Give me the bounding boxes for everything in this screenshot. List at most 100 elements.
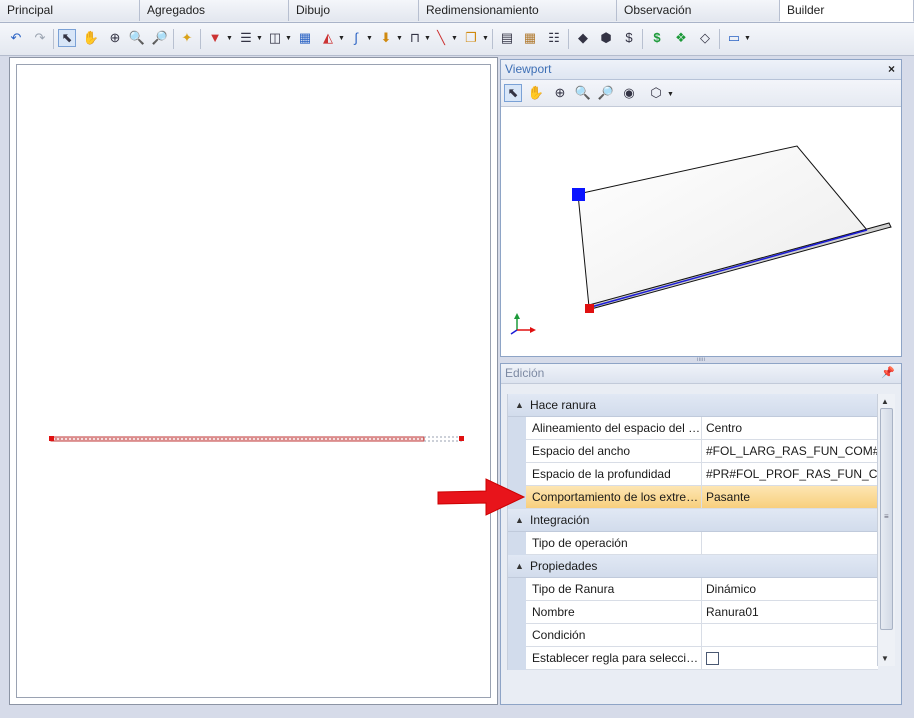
- red-handle[interactable]: [585, 304, 594, 313]
- dropdown-arrow-icon[interactable]: ▼: [396, 35, 403, 42]
- scroll-down-icon[interactable]: ▼: [881, 654, 889, 663]
- redo-icon[interactable]: ↷: [31, 29, 49, 47]
- property-row[interactable]: Espacio del ancho#FOL_LARG_RAS_FUN_COM#F…: [526, 440, 878, 463]
- pan-hand-icon[interactable]: ✋: [527, 84, 545, 102]
- tab-observaci-n[interactable]: Observación: [617, 0, 780, 21]
- frame-tool-icon[interactable]: ◫: [266, 29, 284, 47]
- property-key: Establecer regla para selecciona...: [526, 647, 702, 669]
- tab-agregados[interactable]: Agregados: [140, 0, 289, 21]
- undo-icon[interactable]: ↶: [7, 29, 25, 47]
- category-header[interactable]: ▲ Hace ranura: [508, 394, 878, 417]
- view-cube-icon[interactable]: ⬡: [647, 84, 665, 102]
- main-toolbar: ↶ ↷ ⬉ ✋ ⊕ 🔍 🔎 ✦ ▼ ▼ ☰ ▼ ◫ ▼ ▦ ◭ ▼ ∫ ▼ ⬇ ▼ ⊓ ▼ ╲…: [0, 23, 914, 56]
- property-row[interactable]: Establecer regla para selecciona...: [526, 647, 878, 670]
- report-icon[interactable]: ▤: [498, 29, 516, 47]
- dropdown-arrow-icon[interactable]: ▼: [744, 35, 751, 42]
- property-value[interactable]: #PR#FOL_PROF_RAS_FUN_COM#: [702, 463, 878, 485]
- zoom-extents-icon[interactable]: ⊕: [106, 29, 124, 47]
- tab-dibujo[interactable]: Dibujo: [289, 0, 419, 21]
- pin-icon[interactable]: 📌: [881, 364, 895, 383]
- toolbar-separator: [200, 29, 201, 49]
- select-pointer-icon[interactable]: ⬉: [504, 84, 522, 102]
- dropdown-arrow-icon[interactable]: ▼: [226, 35, 233, 42]
- new-item-icon[interactable]: ✦: [178, 29, 196, 47]
- drawing-canvas-2d[interactable]: [9, 57, 498, 705]
- category-header[interactable]: ▲ Propiedades: [508, 555, 878, 578]
- collapse-chevron-icon[interactable]: ▲: [515, 394, 524, 416]
- curve-tool-icon[interactable]: ∫: [347, 29, 365, 47]
- scroll-up-icon[interactable]: ▲: [881, 397, 889, 406]
- price-icon[interactable]: $: [648, 29, 666, 47]
- property-value[interactable]: [702, 532, 878, 554]
- dropdown-arrow-icon[interactable]: ▼: [338, 35, 345, 42]
- zoom-icon[interactable]: 🔎: [151, 29, 169, 47]
- property-value[interactable]: Dinámico: [702, 578, 878, 600]
- scroll-thumb[interactable]: ≡: [880, 408, 893, 630]
- money-bag-icon[interactable]: $: [620, 29, 638, 47]
- property-row[interactable]: Espacio de la profundidad #PR#FOL_PROF_RA…: [526, 463, 878, 486]
- property-row[interactable]: Tipo de operación: [526, 532, 878, 555]
- category-rows: Alineamiento del espacio del a... Centro E…: [508, 417, 878, 509]
- selection-rule-checkbox[interactable]: [706, 652, 719, 665]
- property-value[interactable]: Pasante: [702, 486, 878, 508]
- dropdown-arrow-icon[interactable]: ▼: [482, 35, 489, 42]
- property-row[interactable]: Condición: [526, 624, 878, 647]
- close-icon[interactable]: ×: [888, 60, 895, 79]
- cylinder-icon[interactable]: ⬢: [597, 29, 615, 47]
- dropdown-arrow-icon[interactable]: ▼: [256, 35, 263, 42]
- dropdown-arrow-icon[interactable]: ▼: [285, 35, 292, 42]
- edition-panel: Edición 📌 ▲ Hace ranura Alineamiento del e…: [500, 363, 902, 705]
- annotation-arrow-icon: [437, 478, 526, 516]
- copy-tool-icon[interactable]: ❐: [462, 29, 480, 47]
- shape-tool-icon[interactable]: ◭: [319, 29, 337, 47]
- property-key: Condición: [526, 624, 702, 646]
- select-pointer-icon[interactable]: ⬉: [58, 29, 76, 47]
- dropdown-arrow-icon[interactable]: ▼: [451, 35, 458, 42]
- property-row[interactable]: Alineamiento del espacio del a... Centro: [526, 417, 878, 440]
- dropdown-arrow-icon[interactable]: ▼: [366, 35, 373, 42]
- tab-builder[interactable]: Builder: [780, 0, 914, 22]
- eraser-icon[interactable]: ◇: [696, 29, 714, 47]
- materials-icon[interactable]: ❖: [672, 29, 690, 47]
- property-value[interactable]: Ranura01: [702, 601, 878, 623]
- property-row[interactable]: Tipo de Ranura Dinámico: [526, 578, 878, 601]
- slot-start-handle[interactable]: [49, 436, 54, 441]
- dropdown-arrow-icon[interactable]: ▼: [424, 35, 431, 42]
- collapse-chevron-icon[interactable]: ▲: [515, 555, 524, 577]
- panel-3d[interactable]: [577, 145, 868, 308]
- pan-hand-icon[interactable]: ✋: [82, 29, 100, 47]
- property-value[interactable]: [702, 624, 878, 646]
- zoom-extents-icon[interactable]: ⊕: [551, 84, 569, 102]
- property-value[interactable]: #FOL_LARG_RAS_FUN_COM#FOL: [702, 440, 878, 462]
- insert-tool-icon[interactable]: ▦: [296, 29, 314, 47]
- window-icon[interactable]: ▭: [725, 29, 743, 47]
- slot-tool-icon[interactable]: ⊓: [406, 29, 424, 47]
- slot-end-handle[interactable]: [459, 436, 464, 441]
- viewport-3d-scene[interactable]: [501, 106, 901, 356]
- tab-redimensionamiento[interactable]: Redimensionamiento: [419, 0, 617, 21]
- category-name: Integración: [530, 513, 590, 527]
- edge-tool-icon[interactable]: ⬇: [377, 29, 395, 47]
- zoom-window-icon[interactable]: 🔍: [574, 84, 592, 102]
- slot-drawing[interactable]: [17, 65, 492, 699]
- toolbar-separator: [719, 29, 720, 49]
- box-icon[interactable]: ◆: [574, 29, 592, 47]
- list-icon[interactable]: ☷: [545, 29, 563, 47]
- panel-tool-icon[interactable]: ☰: [237, 29, 255, 47]
- property-row[interactable]: Nombre Ranura01: [526, 601, 878, 624]
- line-tool-icon[interactable]: ╲: [432, 29, 450, 47]
- drill-tool-icon[interactable]: ▼: [206, 29, 224, 47]
- category-header[interactable]: ▲ Integración: [508, 509, 878, 532]
- orbit-icon[interactable]: ◉: [620, 84, 638, 102]
- grid-icon[interactable]: ▦: [521, 29, 539, 47]
- zoom-icon[interactable]: 🔎: [597, 84, 615, 102]
- blue-handle[interactable]: [572, 188, 585, 201]
- zoom-window-icon[interactable]: 🔍: [128, 29, 146, 47]
- property-grid-scrollbar[interactable]: ▲ ≡ ▼: [877, 394, 895, 666]
- property-value[interactable]: [702, 647, 878, 669]
- toolbar-separator: [568, 29, 569, 49]
- property-row[interactable]: Comportamiento de los extrem... Pasante: [526, 486, 878, 509]
- tab-principal[interactable]: Principal: [0, 0, 140, 21]
- dropdown-arrow-icon[interactable]: ▼: [667, 91, 674, 98]
- property-value[interactable]: Centro: [702, 417, 878, 439]
